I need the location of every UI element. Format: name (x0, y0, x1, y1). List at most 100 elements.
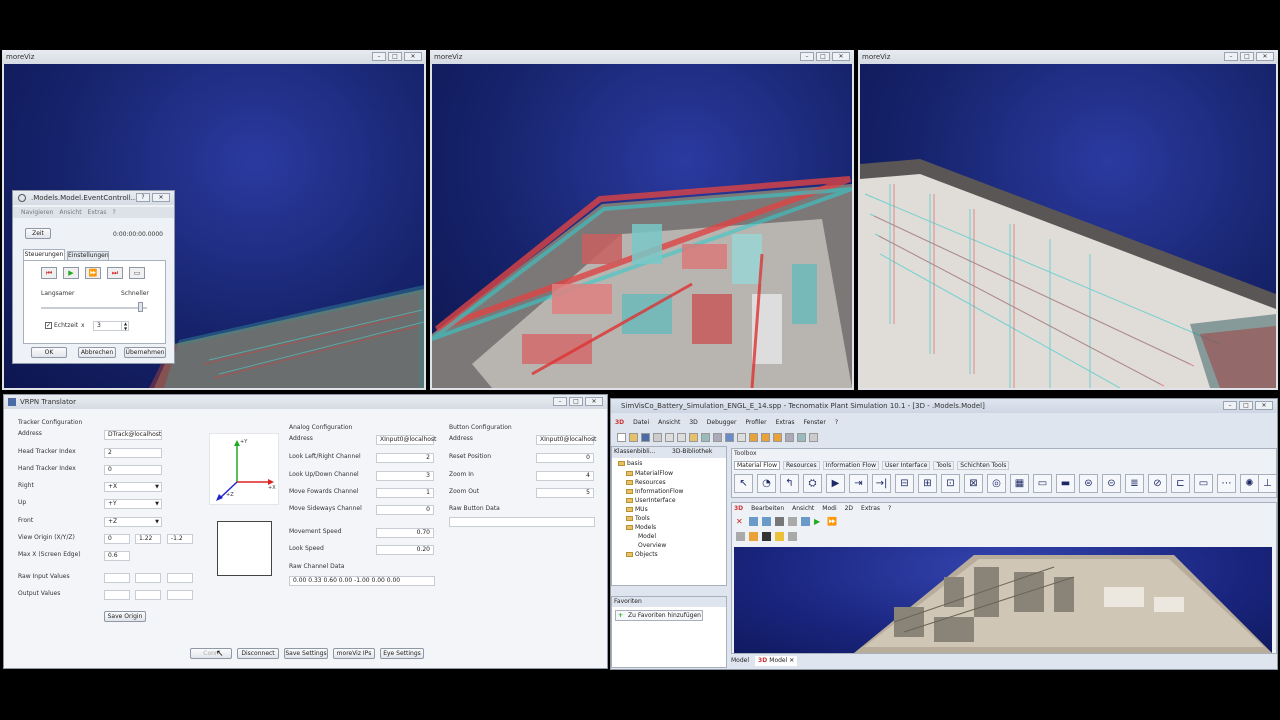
tree-item[interactable]: Tools (626, 514, 650, 523)
track-icon[interactable]: ▬ (1056, 474, 1075, 493)
stop-icon[interactable]: ▭ (129, 267, 145, 279)
analog-address-input[interactable]: XInput0@localhost (376, 435, 436, 445)
minimize-button[interactable]: – (1224, 52, 1238, 61)
button-row-input[interactable]: 0 (536, 453, 594, 463)
head-tracker-input[interactable]: 2 (104, 448, 162, 458)
run-icon[interactable] (749, 433, 758, 442)
tab-steuerungen[interactable]: Steuerungen (23, 249, 65, 260)
reset-icon[interactable]: ⏮ (41, 267, 57, 279)
save-settings-button[interactable]: Save Settings (284, 648, 328, 659)
tab-resources[interactable]: Resources (782, 461, 820, 470)
tab-shift-tools[interactable]: Schichten Tools (957, 461, 1010, 470)
minimize-button[interactable]: – (800, 52, 814, 61)
view-menu-2d[interactable]: 2D (845, 504, 853, 514)
grid-icon[interactable] (762, 532, 771, 541)
view-menu-help[interactable]: ? (888, 504, 891, 514)
tree-item[interactable]: MaterialFlow (626, 469, 673, 478)
menu-profiler[interactable]: Profiler (745, 417, 766, 429)
view-menu-extras[interactable]: Extras (861, 504, 880, 514)
tab-class-library[interactable]: Klassenbibli... (614, 448, 655, 455)
zoom-icon[interactable] (737, 433, 746, 442)
zeit-button[interactable]: Zeit (25, 228, 51, 239)
close-tab-icon[interactable]: ✕ (789, 657, 794, 664)
paste-icon[interactable] (689, 433, 698, 442)
close-button[interactable]: ✕ (404, 52, 422, 61)
layers-icon[interactable] (797, 433, 806, 442)
close-button[interactable]: ✕ (832, 52, 850, 61)
fast-forward-icon[interactable]: ⏩ (85, 267, 101, 279)
3d-icon[interactable] (773, 433, 782, 442)
3d-viewport[interactable] (860, 64, 1276, 388)
tree-item[interactable]: Overview (638, 541, 666, 550)
view-icon[interactable] (785, 433, 794, 442)
sort-icon[interactable] (762, 517, 771, 526)
tree-item[interactable]: MUs (626, 505, 648, 514)
tree-item[interactable]: Objects (626, 550, 658, 559)
hand-tracker-input[interactable]: 0 (104, 465, 162, 475)
dismantle-icon[interactable]: ⊞ (918, 474, 937, 493)
turnplate-icon[interactable]: ⊝ (1102, 474, 1121, 493)
tab-tools[interactable]: Tools (933, 461, 955, 470)
print-icon[interactable] (653, 433, 662, 442)
minimize-button[interactable]: – (1223, 401, 1237, 410)
fast-forward-icon[interactable]: ⏩ (827, 517, 837, 526)
conveyor-icon[interactable]: ⋯ (1217, 474, 1236, 493)
origin-z-input[interactable]: -1.2 (167, 534, 193, 544)
maximize-button[interactable]: □ (388, 52, 402, 61)
menu-debugger[interactable]: Debugger (707, 417, 737, 429)
parallel-proc-icon[interactable]: →| (872, 474, 891, 493)
tracker-address-input[interactable]: DTrack@localhost (104, 430, 162, 440)
menu-ansicht[interactable]: Ansicht (658, 417, 680, 429)
minimize-button[interactable]: – (553, 397, 567, 406)
pointer-icon[interactable]: ↖ (734, 474, 753, 493)
button-row-input[interactable]: 5 (536, 488, 594, 498)
play-icon[interactable]: ▶ (63, 267, 79, 279)
close-button[interactable]: ✕ (1255, 401, 1273, 410)
tree-item[interactable]: Model (638, 532, 656, 541)
cut-icon[interactable] (665, 433, 674, 442)
speed-slider-handle[interactable] (138, 302, 143, 312)
tab-user-interface[interactable]: User Interface (881, 461, 931, 470)
rotate-icon[interactable] (788, 517, 797, 526)
menu-datei[interactable]: Datei (633, 417, 649, 429)
store-icon[interactable]: ▦ (1010, 474, 1029, 493)
step-icon[interactable]: ⏭ (107, 267, 123, 279)
cycle-icon[interactable]: ◎ (987, 474, 1006, 493)
turntable-icon[interactable]: ⊜ (1079, 474, 1098, 493)
max-x-input[interactable]: 0.6 (104, 551, 130, 561)
tree-item[interactable]: UserInterface (626, 496, 676, 505)
line-icon[interactable]: ▭ (1033, 474, 1052, 493)
analog-row-input[interactable]: 2 (376, 453, 434, 463)
global-icon[interactable]: ✺ (1240, 474, 1259, 493)
transfer-icon[interactable]: ≣ (1125, 474, 1144, 493)
menu-help[interactable]: ? (113, 207, 116, 218)
frame-icon[interactable]: ⊏ (1171, 474, 1190, 493)
select-icon[interactable] (736, 532, 745, 541)
tree-item-basis[interactable]: basis (618, 459, 642, 468)
menu-3d[interactable]: 3D (689, 417, 697, 429)
tree-item[interactable]: InformationFlow (626, 487, 683, 496)
menu-extras[interactable]: Extras (88, 207, 107, 218)
menu-ansicht[interactable]: Ansicht (59, 207, 81, 218)
up-select[interactable]: +Y ▼ (104, 499, 162, 509)
drain-icon[interactable]: ▶ (826, 474, 845, 493)
add-favorite-button[interactable]: + Zu Favoriten hinzufügen (615, 610, 703, 621)
maximize-button[interactable]: □ (816, 52, 830, 61)
window-icon[interactable] (701, 433, 710, 442)
ok-button[interactable]: OK (31, 347, 67, 358)
connect-button[interactable]: Conn (190, 648, 232, 659)
eye-settings-button[interactable]: Eye Settings (380, 648, 424, 659)
close-button[interactable]: ✕ (152, 193, 170, 202)
menu-fenster[interactable]: Fenster (804, 417, 826, 429)
close-button[interactable]: ✕ (1256, 52, 1274, 61)
analog-row-input[interactable]: 1 (376, 488, 434, 498)
tab-3d-model[interactable]: 3D Model ✕ (755, 656, 798, 666)
stop-icon[interactable] (761, 433, 770, 442)
settings-icon[interactable] (809, 433, 818, 442)
look-speed-input[interactable]: 0.20 (376, 545, 434, 555)
spin-buttons[interactable]: ▲ ▼ (121, 321, 129, 331)
tab-information-flow[interactable]: Information Flow (822, 461, 879, 470)
pan-icon[interactable] (801, 517, 810, 526)
maximize-button[interactable]: □ (569, 397, 583, 406)
tab-einstellungen[interactable]: Einstellungen (67, 251, 109, 260)
